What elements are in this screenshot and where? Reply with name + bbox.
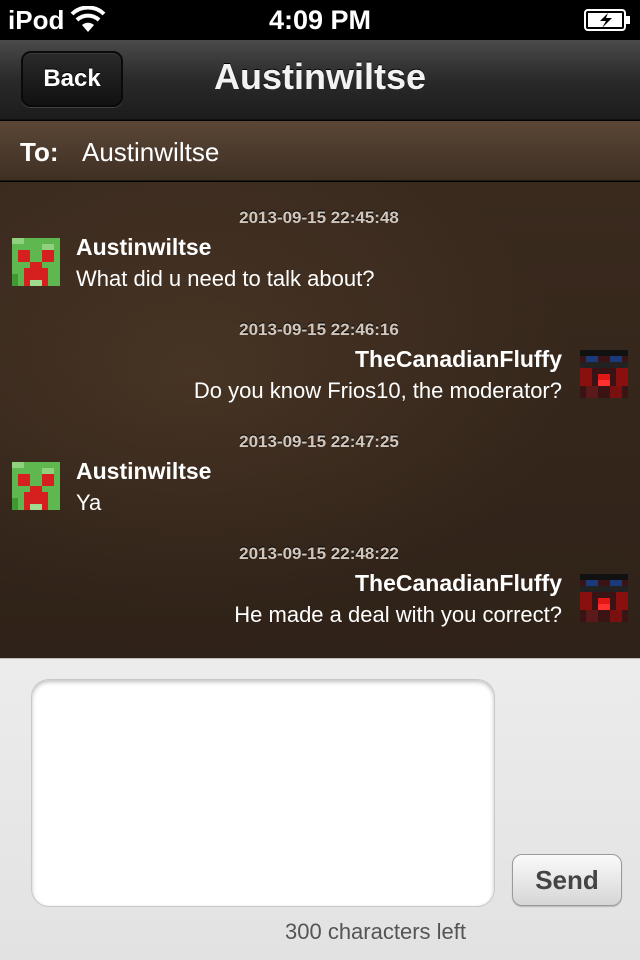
message-sender: TheCanadianFluffy [354,570,562,596]
message-timestamp: 2013-09-15 22:45:48 [239,208,399,227]
message-list[interactable]: 2013-09-15 22:45:48 Austinwiltse What di… [0,182,640,658]
message-item: 2013-09-15 22:47:25 Austinwiltse Ya [0,406,640,518]
message-sender: Austinwiltse [76,458,212,484]
character-counter: 300 characters left [285,919,466,944]
message-text: Ya [76,490,102,515]
compose-area: Send 300 characters left [0,658,640,960]
status-time: 4:09 PM [268,5,372,35]
creeper-avatar-icon[interactable] [12,238,60,286]
to-label: To: [20,137,59,167]
back-button[interactable]: Back [21,51,123,107]
message-sender: TheCanadianFluffy [354,346,562,372]
dark-pixel-avatar-icon[interactable] [580,574,628,622]
recipient-row: To: Austinwiltse [0,121,640,181]
battery-charging-icon [584,9,630,31]
message-sender: Austinwiltse [76,234,212,260]
message-text: Do you know Frios10, the moderator? [193,378,562,403]
message-timestamp: 2013-09-15 22:47:25 [239,432,399,451]
dark-pixel-avatar-icon[interactable] [580,350,628,398]
creeper-avatar-icon[interactable] [12,462,60,510]
message-text: What did u need to talk about? [76,266,375,291]
send-button[interactable]: Send [512,854,622,906]
recipient-name: Austinwiltse [82,137,220,167]
navigation-bar: Back Austinwiltse [0,40,640,120]
message-text: He made a deal with you correct? [234,602,562,627]
message-input[interactable] [31,679,495,907]
message-timestamp: 2013-09-15 22:48:22 [239,544,399,563]
message-item: 2013-09-15 22:48:22 TheCanadianFluffy He… [0,518,640,630]
message-item: 2013-09-15 22:46:16 TheCanadianFluffy Do… [0,294,640,406]
status-bar: iPod 4:09 PM [0,0,640,40]
page-title: Austinwiltse [213,56,427,97]
message-timestamp: 2013-09-15 22:46:16 [239,320,399,339]
message-item: 2013-09-15 22:45:48 Austinwiltse What di… [0,182,640,294]
